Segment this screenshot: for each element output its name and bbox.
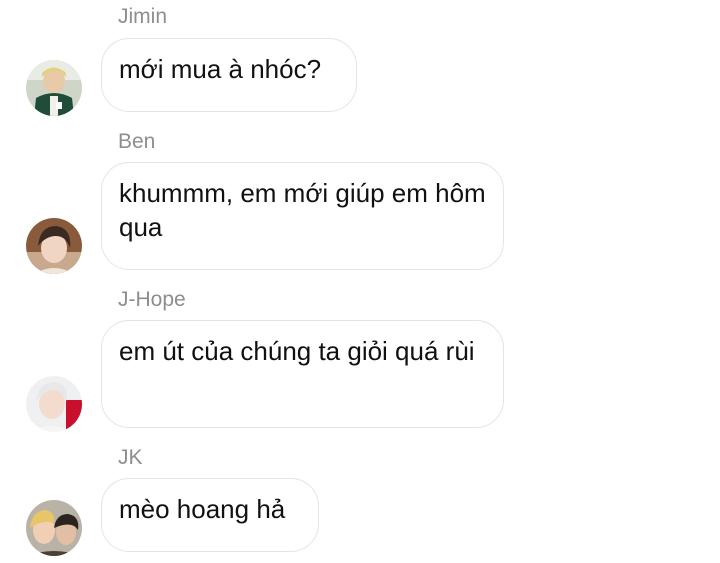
message-bubble[interactable]: mèo hoang hả <box>101 478 319 552</box>
sender-name: J-Hope <box>118 288 186 311</box>
ben-avatar-image <box>26 218 82 274</box>
sender-name: Ben <box>118 130 156 153</box>
jhope-avatar-image <box>26 376 82 432</box>
message-bubble[interactable]: em út của chúng ta giỏi quá rùi <box>101 320 504 428</box>
sender-name: Jimin <box>118 5 168 28</box>
avatar[interactable] <box>26 60 82 116</box>
message-text: mới mua à nhóc? <box>119 54 322 84</box>
chat-thread: Jimin mới mua à nhóc? Ben khummm, em mới… <box>0 0 720 563</box>
avatar[interactable] <box>26 500 82 556</box>
avatar[interactable] <box>26 376 82 432</box>
message-text: mèo hoang hả <box>119 494 286 524</box>
sender-name: JK <box>118 446 143 469</box>
jk-avatar-image <box>26 500 82 556</box>
avatar[interactable] <box>26 218 82 274</box>
message-bubble[interactable]: khummm, em mới giúp em hôm qua <box>101 162 504 270</box>
message-text: em út của chúng ta giỏi quá rùi <box>119 336 475 366</box>
jimin-avatar-image <box>26 60 82 116</box>
message-text: khummm, em mới giúp em hôm qua <box>119 178 486 242</box>
message-bubble[interactable]: mới mua à nhóc? <box>101 38 357 112</box>
